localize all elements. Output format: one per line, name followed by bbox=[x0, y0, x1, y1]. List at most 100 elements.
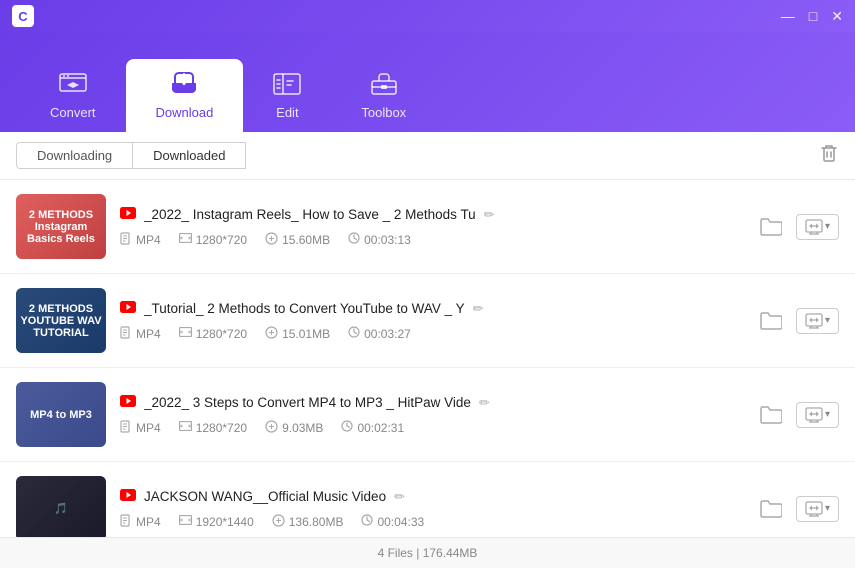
edit-title-icon-1[interactable]: ✏ bbox=[473, 301, 484, 317]
file-title-row-2: _2022_ 3 Steps to Convert MP4 to MP3 _ H… bbox=[120, 394, 742, 412]
youtube-icon-1 bbox=[120, 300, 136, 318]
file-actions-3: ▾ bbox=[756, 495, 839, 522]
meta-duration-val-1: 00:03:27 bbox=[364, 327, 411, 341]
meta-size-val-3: 136.80MB bbox=[289, 515, 344, 529]
meta-size-val-1: 15.01MB bbox=[282, 327, 330, 341]
meta-resolution-val-0: 1280*720 bbox=[196, 233, 247, 247]
edit-title-icon-3[interactable]: ✏ bbox=[394, 489, 405, 505]
meta-size-3: 136.80MB bbox=[272, 514, 344, 530]
convert-file-button-2[interactable]: ▾ bbox=[796, 402, 839, 428]
convert-dropdown-icon-1: ▾ bbox=[825, 315, 830, 326]
nav-item-toolbox[interactable]: Toolbox bbox=[331, 61, 436, 132]
file-summary: 4 Files | 176.44MB bbox=[378, 546, 478, 560]
convert-label: Convert bbox=[50, 105, 96, 120]
meta-format-3: MP4 bbox=[120, 514, 161, 530]
meta-format-2: MP4 bbox=[120, 420, 161, 436]
meta-format-1: MP4 bbox=[120, 326, 161, 342]
file-meta-3: MP4 1920*1440 136.80MB bbox=[120, 514, 742, 530]
meta-format-val-2: MP4 bbox=[136, 421, 161, 435]
duration-icon-1 bbox=[348, 326, 360, 341]
file-title-row-1: _Tutorial_ 2 Methods to Convert YouTube … bbox=[120, 300, 742, 318]
format-icon-2 bbox=[120, 420, 132, 436]
file-item-3: 🎵 JACKSON WANG__Official Music Video ✏ bbox=[0, 462, 855, 537]
toolbox-icon bbox=[370, 71, 398, 99]
file-thumbnail-0: 2 METHODS Instagram Basics Reels bbox=[16, 194, 106, 259]
meta-duration-val-2: 00:02:31 bbox=[357, 421, 404, 435]
titlebar: C — □ ✕ bbox=[0, 0, 855, 32]
youtube-icon-2 bbox=[120, 394, 136, 412]
file-title-3: JACKSON WANG__Official Music Video bbox=[144, 489, 386, 504]
thumb-text-3: 🎵 bbox=[16, 476, 106, 537]
open-folder-button-0[interactable] bbox=[756, 213, 786, 240]
size-icon-3 bbox=[272, 514, 285, 530]
meta-duration-1: 00:03:27 bbox=[348, 326, 411, 341]
convert-icon bbox=[59, 73, 87, 99]
thumb-text-1: 2 METHODS YOUTUBE WAV TUTORIAL bbox=[16, 288, 106, 353]
size-icon-2 bbox=[265, 420, 278, 436]
file-actions-2: ▾ bbox=[756, 401, 839, 428]
convert-file-button-0[interactable]: ▾ bbox=[796, 214, 839, 240]
open-folder-button-1[interactable] bbox=[756, 307, 786, 334]
duration-icon-2 bbox=[341, 420, 353, 435]
meta-resolution-val-1: 1280*720 bbox=[196, 327, 247, 341]
file-meta-2: MP4 1280*720 9.03MB bbox=[120, 420, 742, 436]
window-controls: — □ ✕ bbox=[781, 9, 843, 23]
edit-title-icon-2[interactable]: ✏ bbox=[479, 395, 490, 411]
file-meta-0: MP4 1280*720 15.60MB bbox=[120, 232, 742, 248]
convert-file-button-3[interactable]: ▾ bbox=[796, 496, 839, 522]
convert-file-button-1[interactable]: ▾ bbox=[796, 308, 839, 334]
open-folder-button-3[interactable] bbox=[756, 495, 786, 522]
meta-size-2: 9.03MB bbox=[265, 420, 323, 436]
youtube-icon-0 bbox=[120, 206, 136, 224]
tab-bar: Downloading Downloaded bbox=[0, 132, 855, 180]
edit-icon bbox=[273, 73, 301, 99]
meta-duration-val-0: 00:03:13 bbox=[364, 233, 411, 247]
youtube-icon-3 bbox=[120, 488, 136, 506]
resolution-icon-3 bbox=[179, 515, 192, 528]
meta-size-val-2: 9.03MB bbox=[282, 421, 323, 435]
file-item-1: 2 METHODS YOUTUBE WAV TUTORIAL _Tutorial… bbox=[0, 274, 855, 368]
file-info-3: JACKSON WANG__Official Music Video ✏ MP4… bbox=[120, 488, 742, 530]
content-area: Downloading Downloaded 2 METHODS Instagr… bbox=[0, 132, 855, 568]
navbar: Convert Download Edit bbox=[0, 32, 855, 132]
file-thumbnail-3: 🎵 bbox=[16, 476, 106, 537]
edit-title-icon-0[interactable]: ✏ bbox=[484, 207, 495, 223]
size-icon-0 bbox=[265, 232, 278, 248]
meta-size-0: 15.60MB bbox=[265, 232, 330, 248]
minimize-button[interactable]: — bbox=[781, 9, 795, 23]
duration-icon-0 bbox=[348, 232, 360, 247]
app-logo: C bbox=[12, 5, 34, 27]
tab-downloading[interactable]: Downloading bbox=[16, 142, 132, 169]
file-list: 2 METHODS Instagram Basics Reels _2022_ … bbox=[0, 180, 855, 537]
resolution-icon-0 bbox=[179, 233, 192, 246]
meta-format-val-0: MP4 bbox=[136, 233, 161, 247]
duration-icon-3 bbox=[361, 514, 373, 529]
edit-label: Edit bbox=[276, 105, 298, 120]
delete-all-button[interactable] bbox=[819, 143, 839, 168]
meta-resolution-val-3: 1920*1440 bbox=[196, 515, 254, 529]
nav-item-edit[interactable]: Edit bbox=[243, 63, 331, 132]
download-label: Download bbox=[156, 105, 214, 120]
open-folder-button-2[interactable] bbox=[756, 401, 786, 428]
meta-resolution-val-2: 1280*720 bbox=[196, 421, 247, 435]
file-title-0: _2022_ Instagram Reels_ How to Save _ 2 … bbox=[144, 207, 476, 222]
tab-downloaded[interactable]: Downloaded bbox=[132, 142, 246, 169]
nav-item-download[interactable]: Download bbox=[126, 59, 244, 132]
file-title-row-3: JACKSON WANG__Official Music Video ✏ bbox=[120, 488, 742, 506]
file-info-1: _Tutorial_ 2 Methods to Convert YouTube … bbox=[120, 300, 742, 342]
nav-item-convert[interactable]: Convert bbox=[20, 63, 126, 132]
format-icon-0 bbox=[120, 232, 132, 248]
meta-format-0: MP4 bbox=[120, 232, 161, 248]
resolution-icon-1 bbox=[179, 327, 192, 340]
file-item-0: 2 METHODS Instagram Basics Reels _2022_ … bbox=[0, 180, 855, 274]
meta-resolution-0: 1280*720 bbox=[179, 233, 247, 247]
size-icon-1 bbox=[265, 326, 278, 342]
download-icon bbox=[170, 69, 198, 99]
close-button[interactable]: ✕ bbox=[831, 9, 843, 23]
meta-duration-3: 00:04:33 bbox=[361, 514, 424, 529]
maximize-button[interactable]: □ bbox=[809, 9, 817, 23]
file-thumbnail-2: MP4 to MP3 bbox=[16, 382, 106, 447]
file-actions-0: ▾ bbox=[756, 213, 839, 240]
meta-duration-val-3: 00:04:33 bbox=[377, 515, 424, 529]
file-item-2: MP4 to MP3 _2022_ 3 Steps to Convert MP4… bbox=[0, 368, 855, 462]
